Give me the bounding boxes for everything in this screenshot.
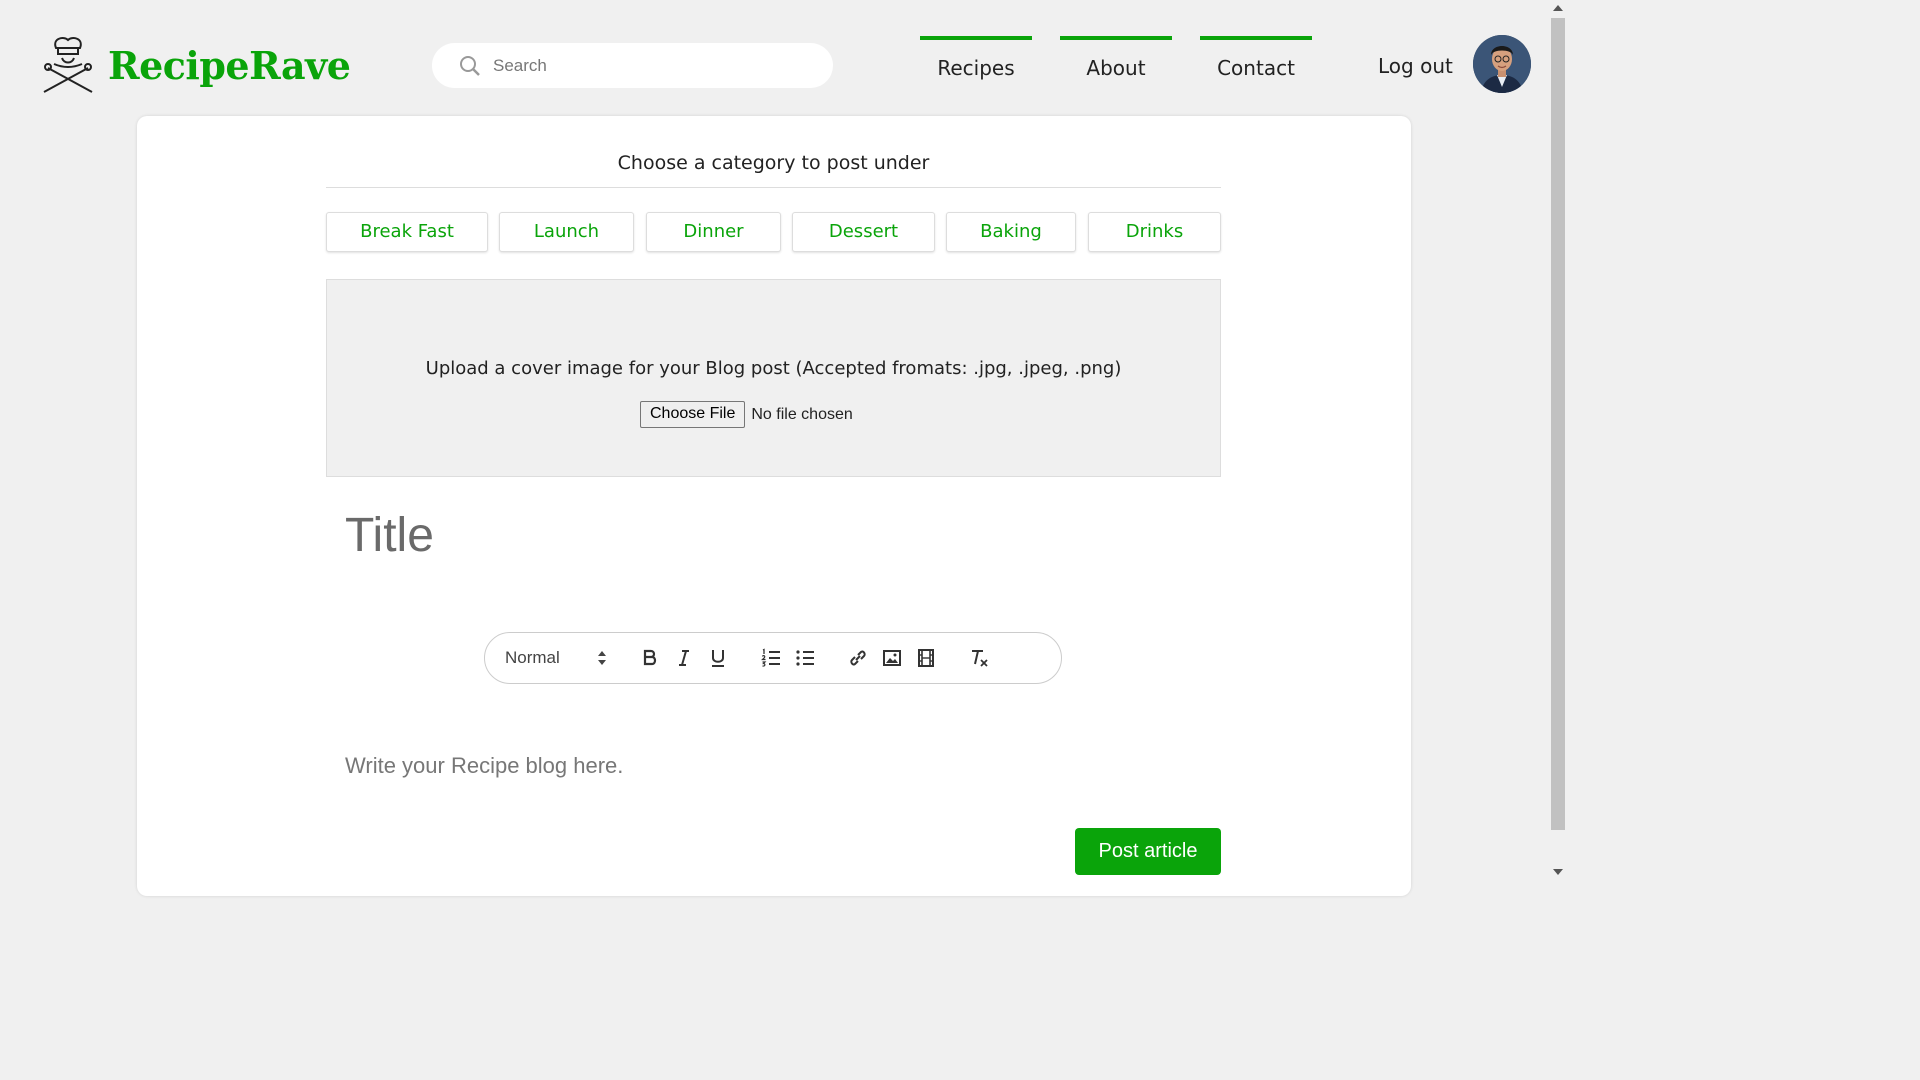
image-icon[interactable]	[881, 647, 903, 669]
divider	[326, 187, 1221, 188]
select-arrows-icon[interactable]	[597, 650, 607, 666]
format-select-value: Normal	[505, 648, 560, 667]
nav-recipes[interactable]: Recipes	[920, 36, 1032, 84]
scroll-up-icon[interactable]	[1553, 5, 1563, 11]
search-icon	[460, 55, 480, 76]
page-scrollbar[interactable]	[1548, 0, 1568, 882]
brand-name: RecipeRave	[108, 42, 351, 88]
category-launch[interactable]: Launch	[499, 212, 634, 252]
search-bar	[432, 43, 833, 88]
category-dessert[interactable]: Dessert	[792, 212, 935, 252]
scroll-thumb[interactable]	[1551, 18, 1565, 830]
nav-about[interactable]: About	[1060, 36, 1172, 84]
post-article-button[interactable]: Post article	[1075, 828, 1221, 875]
bullet-list-icon[interactable]	[794, 647, 816, 669]
ordered-list-icon[interactable]	[760, 647, 782, 669]
italic-icon[interactable]	[673, 647, 695, 669]
category-breakfast[interactable]: Break Fast	[326, 212, 488, 252]
site-header: RecipeRave Recipes About Contact Log out	[0, 0, 1548, 116]
avatar[interactable]	[1473, 35, 1531, 93]
underline-icon[interactable]	[707, 647, 729, 669]
choose-file-button[interactable]: Choose File	[640, 401, 746, 428]
post-form-card: Choose a category to post under Break Fa…	[137, 116, 1411, 896]
upload-instructions: Upload a cover image for your Blog post …	[425, 358, 1122, 379]
file-status: No file chosen	[751, 405, 853, 423]
bold-icon[interactable]	[639, 647, 661, 669]
chef-logo-icon	[43, 37, 93, 93]
cover-image-upload[interactable]: Upload a cover image for your Blog post …	[326, 279, 1221, 477]
scroll-down-icon[interactable]	[1553, 869, 1563, 875]
clear-format-icon[interactable]	[968, 647, 990, 669]
category-drinks[interactable]: Drinks	[1088, 212, 1221, 252]
nav-contact[interactable]: Contact	[1200, 36, 1312, 84]
search-input[interactable]	[491, 54, 795, 77]
editor-toolbar: Normal	[484, 632, 1062, 684]
category-dinner[interactable]: Dinner	[646, 212, 781, 252]
user-avatar-icon	[1473, 35, 1531, 93]
video-icon[interactable]	[915, 647, 937, 669]
logo[interactable]: RecipeRave	[40, 34, 351, 96]
logout-link[interactable]: Log out	[1378, 54, 1453, 78]
link-icon[interactable]	[847, 647, 869, 669]
format-select[interactable]: Normal	[505, 633, 560, 683]
category-baking[interactable]: Baking	[946, 212, 1076, 252]
file-input[interactable]: Choose File No file chosen	[640, 401, 853, 428]
title-input[interactable]: Title	[345, 508, 434, 563]
editor-body[interactable]: Write your Recipe blog here.	[345, 753, 623, 779]
category-heading: Choose a category to post under	[617, 152, 930, 174]
